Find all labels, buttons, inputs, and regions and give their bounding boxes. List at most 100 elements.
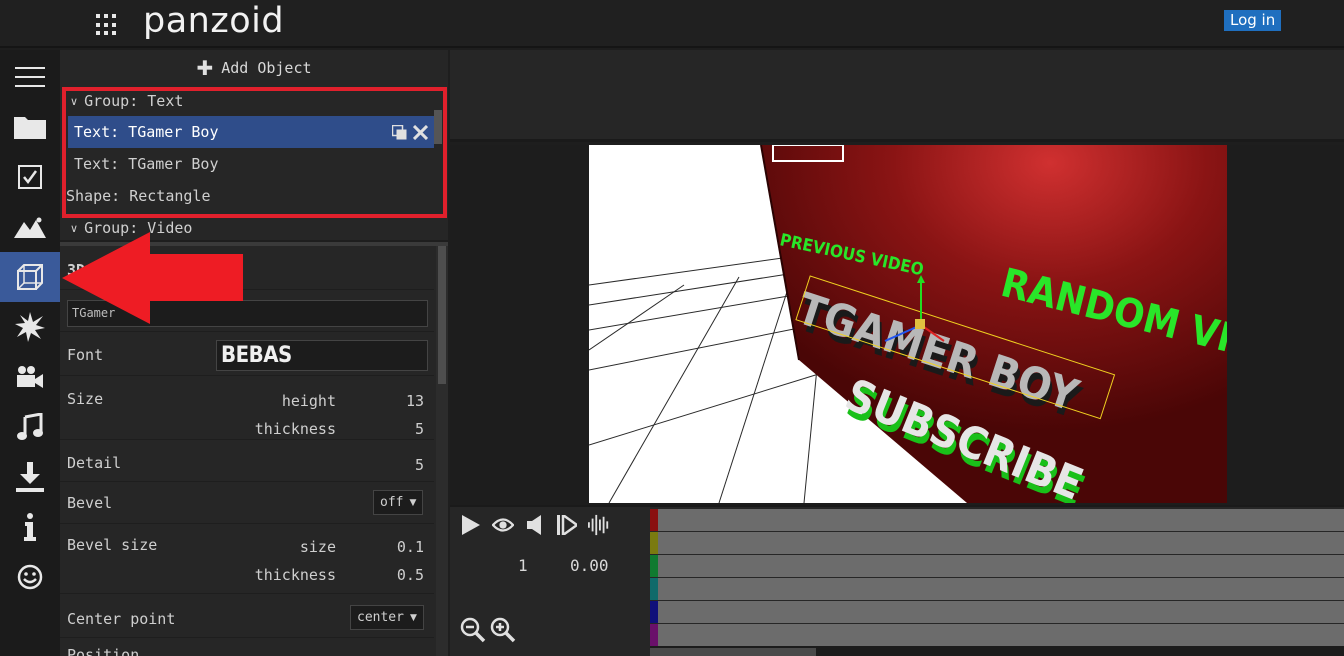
info-icon[interactable] bbox=[0, 502, 60, 552]
detail-label: Detail bbox=[67, 454, 122, 472]
object-item[interactable]: Text: TGamer Boy bbox=[60, 148, 434, 180]
height-value[interactable]: 13 bbox=[406, 392, 424, 410]
position-label: Position bbox=[67, 646, 140, 656]
starburst-icon[interactable] bbox=[0, 302, 60, 352]
bevel-row: Bevel off ▼ bbox=[60, 484, 434, 524]
app-logo[interactable]: panzoid bbox=[143, 1, 284, 41]
position-row: Position bbox=[60, 642, 434, 656]
step-forward-icon[interactable] bbox=[556, 513, 578, 537]
timeline-track[interactable] bbox=[650, 601, 1344, 623]
center-point-row: Center point center ▼ bbox=[60, 596, 434, 638]
center-point-select[interactable]: center ▼ bbox=[350, 605, 424, 630]
section-title: 3D bbox=[67, 261, 86, 279]
timeline-scrollbar[interactable] bbox=[650, 646, 1344, 656]
cube-wireframe-icon[interactable] bbox=[0, 252, 60, 302]
object-item-label: Text: TGamer Boy bbox=[74, 155, 219, 173]
bevel-select-value: off bbox=[380, 495, 404, 510]
object-item[interactable]: Shape: Rectangle bbox=[60, 180, 434, 212]
plus-icon: ✚ bbox=[196, 56, 214, 80]
thickness-value[interactable]: 5 bbox=[415, 420, 424, 438]
apps-grid-icon[interactable] bbox=[96, 14, 118, 36]
bevel-thickness-value[interactable]: 0.5 bbox=[397, 566, 424, 584]
tool-rail bbox=[0, 50, 60, 656]
scroll-thumb[interactable] bbox=[650, 648, 816, 656]
track-color-swatch bbox=[650, 509, 658, 531]
timeline-track[interactable] bbox=[650, 555, 1344, 577]
text-value-row: TGamer bbox=[60, 290, 434, 332]
frame-counter: 1 bbox=[518, 556, 528, 575]
time-readout: 0.00 bbox=[570, 556, 609, 575]
caret-down-icon: ▼ bbox=[409, 498, 417, 508]
track-color-swatch bbox=[650, 601, 658, 623]
timeline-panel: 1 0.00 bbox=[450, 505, 1344, 656]
object-list-panel: ✚ Add Object ∨ Group: Text Text: TGamer B… bbox=[60, 50, 448, 240]
scene-canvas[interactable]: PREVIOUS VIDEO RANDOM VI TGAMER BOY TGAM… bbox=[589, 145, 1227, 503]
scroll-thumb[interactable] bbox=[438, 246, 446, 384]
group-text-row[interactable]: ∨ Group: Text bbox=[60, 85, 434, 117]
object-item-selected[interactable]: Text: TGamer Boy bbox=[68, 116, 434, 148]
track-color-swatch bbox=[650, 624, 658, 646]
track-color-swatch bbox=[650, 555, 658, 577]
zoom-out-icon[interactable] bbox=[460, 617, 486, 647]
music-note-icon[interactable] bbox=[0, 402, 60, 452]
track-color-swatch bbox=[650, 532, 658, 554]
font-row: Font BEBAS bbox=[60, 336, 434, 376]
bevel-size-sub-label: size bbox=[299, 538, 336, 556]
track-color-swatch bbox=[650, 578, 658, 600]
bevel-size-label: Bevel size bbox=[67, 536, 158, 554]
bevel-thickness-label: thickness bbox=[254, 566, 336, 584]
size-row: Size height 13 thickness 5 bbox=[60, 380, 434, 440]
properties-scrollbar[interactable] bbox=[436, 246, 448, 656]
section-title-row: 3D bbox=[60, 252, 434, 290]
add-object-button[interactable]: ✚ Add Object bbox=[60, 50, 448, 86]
delete-icon[interactable] bbox=[413, 124, 428, 140]
zoom-in-icon[interactable] bbox=[490, 617, 516, 647]
top-bar: panzoid Log in bbox=[0, 0, 1344, 48]
bevel-label: Bevel bbox=[67, 494, 113, 512]
center-point-select-value: center bbox=[357, 610, 404, 625]
checkbox-icon[interactable] bbox=[0, 152, 60, 202]
waveform-icon[interactable] bbox=[588, 513, 610, 537]
add-object-label: Add Object bbox=[221, 59, 312, 77]
timeline-track[interactable] bbox=[650, 578, 1344, 600]
timeline-track[interactable] bbox=[650, 509, 1344, 531]
eye-icon[interactable] bbox=[492, 513, 514, 537]
object-item-label: Text: TGamer Boy bbox=[74, 123, 219, 141]
group-text-label: Group: Text bbox=[84, 92, 184, 110]
object-list-scrollbar[interactable] bbox=[434, 110, 442, 144]
viewport-toolbar bbox=[450, 50, 1344, 142]
duplicate-icon[interactable] bbox=[392, 124, 407, 140]
size-label: Size bbox=[67, 390, 104, 408]
object-item-label: Shape: Rectangle bbox=[66, 187, 211, 205]
smiley-icon[interactable] bbox=[0, 552, 60, 602]
timeline-track[interactable] bbox=[650, 532, 1344, 554]
menu-icon[interactable] bbox=[0, 52, 60, 102]
timeline-tracks[interactable] bbox=[650, 509, 1344, 646]
caret-down-icon: ▼ bbox=[409, 613, 417, 623]
timeline-track[interactable] bbox=[650, 624, 1344, 646]
mountains-icon[interactable] bbox=[0, 202, 60, 252]
group-video-label: Group: Video bbox=[84, 219, 193, 237]
chevron-down-icon[interactable]: ∨ bbox=[70, 213, 78, 245]
login-button[interactable]: Log in bbox=[1224, 10, 1282, 31]
text-value-input[interactable]: TGamer bbox=[67, 300, 428, 327]
thickness-label: thickness bbox=[254, 420, 336, 438]
speaker-icon[interactable] bbox=[524, 513, 546, 537]
play-icon[interactable] bbox=[460, 513, 482, 537]
height-label: height bbox=[281, 392, 336, 410]
detail-value[interactable]: 5 bbox=[415, 456, 424, 474]
properties-panel: 3D TGamer Font BEBAS Size height 13 thic… bbox=[60, 242, 448, 656]
detail-row: Detail 5 bbox=[60, 444, 434, 482]
video-camera-icon[interactable] bbox=[0, 352, 60, 402]
playback-controls bbox=[460, 513, 610, 537]
folder-icon[interactable] bbox=[0, 102, 60, 152]
bevel-size-value[interactable]: 0.1 bbox=[397, 538, 424, 556]
bevel-size-row: Bevel size size 0.1 thickness 0.5 bbox=[60, 526, 434, 594]
font-label: Font bbox=[67, 346, 104, 364]
font-selector[interactable]: BEBAS bbox=[216, 340, 428, 371]
bevel-select[interactable]: off ▼ bbox=[373, 490, 424, 515]
download-icon[interactable] bbox=[0, 452, 60, 502]
viewport: PREVIOUS VIDEO RANDOM VI TGAMER BOY TGAM… bbox=[450, 145, 1344, 505]
chevron-down-icon[interactable]: ∨ bbox=[70, 86, 78, 118]
group-video-row[interactable]: ∨ Group: Video bbox=[60, 212, 434, 244]
